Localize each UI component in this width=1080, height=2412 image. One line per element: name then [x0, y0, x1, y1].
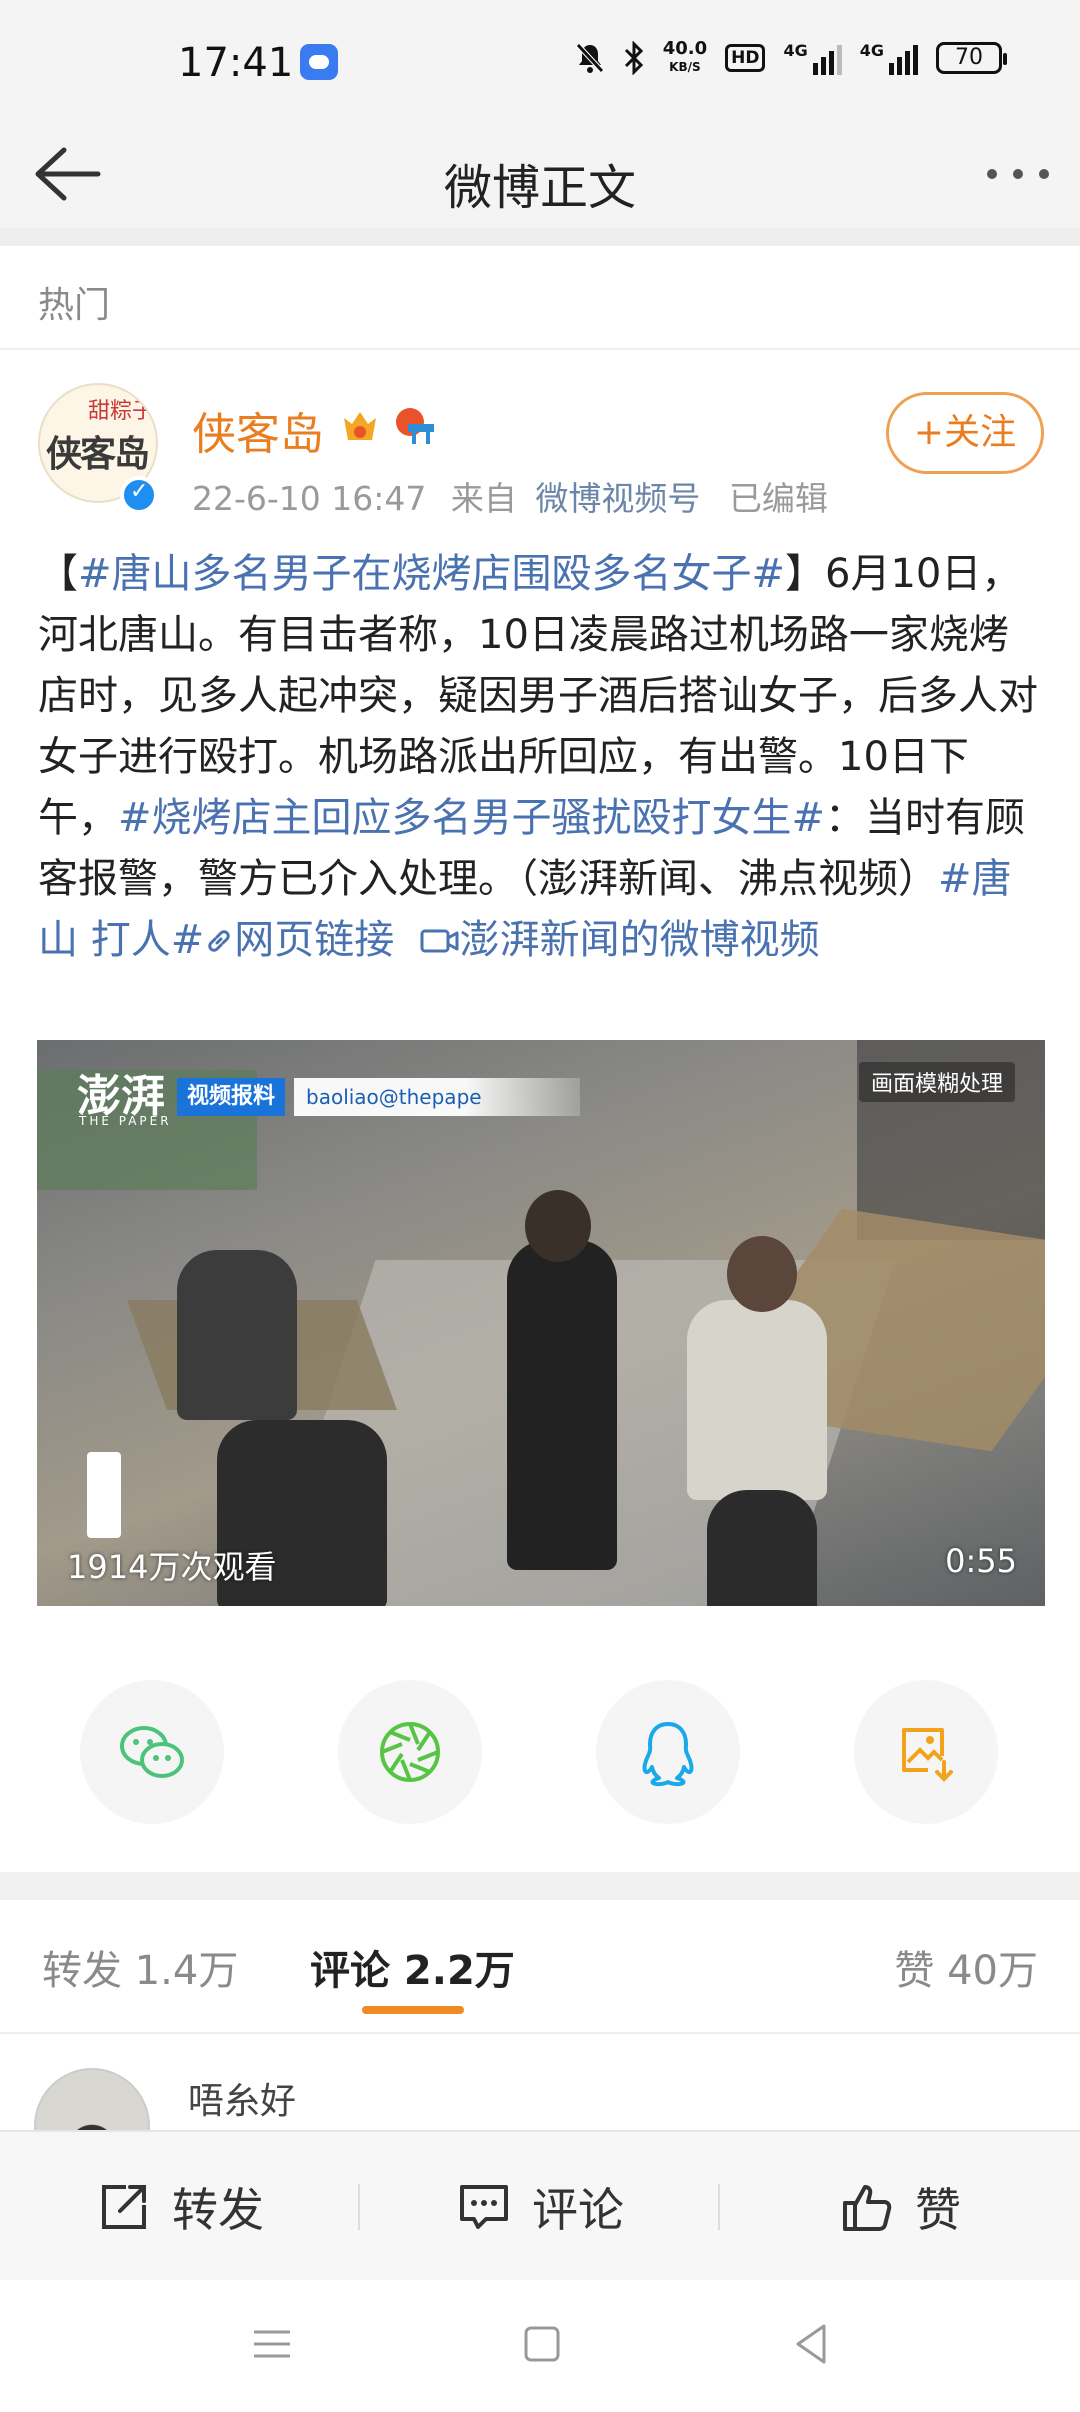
post-time: 22-6-10 16:47 [192, 479, 427, 518]
follow-button[interactable]: +关注 [886, 392, 1044, 474]
video-scene [177, 1250, 297, 1420]
page-title: 微博正文 [443, 160, 636, 216]
hashtag-link[interactable]: #唐山多名男子在烧烤店围殴多名女子# [78, 551, 785, 597]
video-link[interactable]: 澎湃新闻的微博视频 [420, 917, 820, 963]
post-meta: 22-6-10 16:47 来自 微博视频号 已编辑 [192, 472, 828, 520]
wechat-icon [120, 1726, 184, 1778]
member-medal-icon [344, 412, 376, 440]
battery-icon: 70 [936, 42, 1007, 74]
repost-label: 转发 [172, 2183, 264, 2237]
text-segment: 【 [38, 551, 78, 597]
video-player[interactable]: 澎湃 THE PAPER 视频报料 baoliao@thepape 画面模糊处理… [37, 1040, 1045, 1606]
more-horizontal-icon[interactable] [982, 156, 1054, 192]
thumbs-up-icon [843, 2185, 892, 2231]
save-image-icon [902, 1728, 953, 1782]
status-bar: 17:41 40.0 KB/S HD 4G 4G 70 [0, 0, 1080, 120]
title-bar: 微博正文 [0, 120, 1080, 228]
back-triangle-icon[interactable] [780, 2312, 844, 2376]
video-view-count: 1914万次观看 [67, 1548, 277, 1586]
verified-badge-icon [120, 476, 158, 514]
video-scene [727, 1236, 797, 1312]
mute-bell-icon [575, 43, 604, 73]
system-nav-bar [0, 2280, 1080, 2412]
moments-icon [380, 1722, 440, 1782]
commenter-name[interactable]: 唔糸好 [188, 2072, 296, 2124]
comment-label: 评论 [532, 2183, 624, 2237]
video-report-email: baoliao@thepape [294, 1078, 580, 1116]
repost-button[interactable]: 转发 [0, 2132, 360, 2282]
status-icons: 40.0 KB/S HD 4G 4G 70 [575, 38, 1007, 76]
signal-1-icon: 4G [783, 41, 842, 75]
comment-icon [460, 2185, 508, 2229]
active-tab-indicator [362, 2006, 464, 2014]
status-time: 17:41 [178, 40, 294, 86]
section-label: 热门 [38, 285, 111, 326]
hd-voice-badge: HD [725, 44, 766, 72]
video-scene [707, 1490, 817, 1606]
comment-button[interactable]: 评论 [360, 2132, 720, 2282]
save-image-button[interactable] [854, 1680, 998, 1824]
video-scene [507, 1240, 617, 1570]
home-square-icon[interactable] [510, 2312, 574, 2376]
signal-2-icon: 4G [860, 41, 918, 75]
tab-comment[interactable]: 评论 2.2万 [310, 1938, 515, 1996]
divider [0, 1872, 1080, 1900]
network-speed: 40.0 KB/S [662, 38, 708, 75]
repost-icon [102, 2185, 146, 2229]
app-notification-icon [300, 44, 338, 80]
tab-repost[interactable]: 转发 1.4万 [42, 1938, 238, 1996]
engagement-tabs: 转发 1.4万 评论 2.2万 赞 40万 [0, 1900, 1080, 2034]
bottom-action-bar: 转发 评论 赞 [0, 2130, 1080, 2280]
from-prefix: 来自 [450, 479, 517, 518]
avatar-logo-text: 侠客岛 [46, 433, 150, 475]
video-blur-note: 画面模糊处理 [858, 1062, 1015, 1102]
video-scene [525, 1190, 591, 1262]
video-progress-handle [87, 1452, 121, 1538]
link-icon [208, 930, 230, 952]
author-name[interactable]: 侠客岛 [192, 398, 324, 462]
fan-badge-icon [396, 408, 434, 444]
section-header: 热门 [0, 246, 1080, 350]
like-button[interactable]: 赞 [720, 2132, 1080, 2282]
source-link[interactable]: 微博视频号 [535, 479, 700, 518]
edited-label: 已编辑 [728, 479, 828, 518]
menu-icon[interactable] [240, 2312, 304, 2376]
bluetooth-icon [624, 41, 643, 75]
video-duration: 0:55 [945, 1542, 1017, 1580]
share-moments-button[interactable] [338, 1680, 482, 1824]
video-scene [687, 1300, 827, 1500]
web-link[interactable]: 网页链接 [204, 917, 394, 963]
hashtag-link[interactable]: #烧烤店主回应多名男子骚扰殴打女生# [118, 795, 825, 841]
video-camera-icon [420, 929, 459, 953]
share-qq-button[interactable] [596, 1680, 740, 1824]
qq-icon [642, 1722, 694, 1787]
share-wechat-button[interactable] [80, 1680, 224, 1824]
tab-like[interactable]: 赞 40万 [894, 1938, 1038, 1996]
avatar-tag-text: 甜粽子 [88, 399, 155, 424]
post-content: 【#唐山多名男子在烧烤店围殴多名女子#】6月10日，河北唐山。有目击者称，10日… [38, 544, 1048, 971]
video-report-label: 视频报料 [177, 1078, 286, 1116]
divider [0, 228, 1080, 246]
video-watermark-sub: THE PAPER [79, 1114, 172, 1128]
like-label: 赞 [915, 2183, 961, 2237]
